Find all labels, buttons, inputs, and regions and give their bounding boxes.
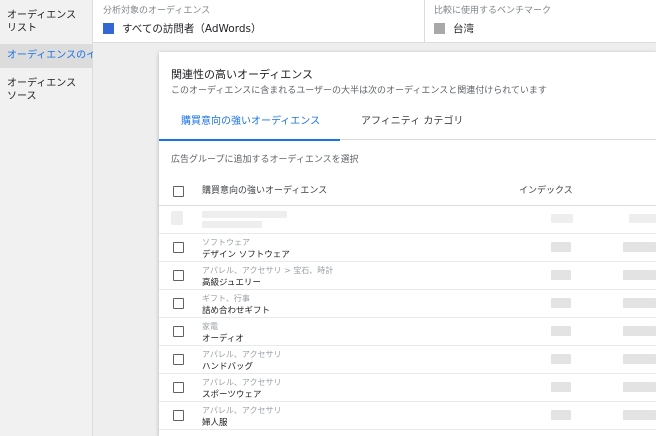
tab-in-market[interactable]: 購買意向の強いオーディエンス <box>158 104 341 141</box>
content-pane: 関連性の高いオーディエンス このオーディエンスに含まれるユーザーの大半は次のオー… <box>93 43 656 436</box>
benchmark-text: 台湾 <box>453 23 474 35</box>
benchmark-selector[interactable]: 比較に使用するベンチマーク 台湾 <box>424 0 656 42</box>
redacted-value <box>623 298 656 308</box>
table-header: 購買意向の強いオーディエンス インデックス <box>159 176 656 206</box>
tab-affinity[interactable]: アフィニティ カテゴリ <box>361 104 463 140</box>
audience-tabs: 購買意向の強いオーディエンス アフィニティ カテゴリ <box>158 104 656 141</box>
nav-item-audience-sources[interactable]: オーディエンス ソース <box>0 68 93 112</box>
table-row[interactable]: アパレル、アクセサリ 婦人服 <box>159 402 656 430</box>
redacted-index <box>551 354 571 364</box>
redacted-cell <box>202 211 287 218</box>
redacted-index <box>551 298 571 308</box>
nav-item-audience-lists[interactable]: オーディエンス リスト <box>0 0 93 44</box>
analysis-audience-value[interactable]: すべての訪問者（AdWords） <box>103 21 408 36</box>
redacted-index <box>551 382 571 392</box>
redacted-value <box>623 242 656 252</box>
related-audiences-card: 関連性の高いオーディエンス このオーディエンスに含まれるユーザーの大半は次のオー… <box>158 52 656 436</box>
select-all-checkbox[interactable] <box>173 186 184 197</box>
table-row[interactable]: ギフト、行事 詰め合わせギフト <box>159 290 656 318</box>
analysis-audience-label: 分析対象のオーディエンス <box>103 6 211 16</box>
benchmark-color-swatch <box>434 23 445 34</box>
row-audience-name: オーディオ <box>202 334 244 344</box>
row-checkbox[interactable] <box>173 270 184 281</box>
row-checkbox[interactable] <box>173 242 184 253</box>
audience-color-swatch <box>103 23 114 34</box>
row-category: アパレル、アクセサリ <box>202 378 282 387</box>
benchmark-value[interactable]: 台湾 <box>434 21 656 36</box>
row-category: アパレル、アクセサリ <box>202 406 282 415</box>
card-subtitle: このオーディエンスに含まれるユーザーの大半は次のオーディエンスと関連付けられてい… <box>171 86 547 96</box>
table-row[interactable]: アパレル、アクセサリ ハンドバッグ <box>159 346 656 374</box>
audience-table-body: ソフトウェア デザイン ソフトウェア アパレル、アクセサリ > 宝石、時計 高級… <box>159 206 656 430</box>
table-row <box>159 206 656 234</box>
redacted-index <box>551 326 571 336</box>
analysis-audience-selector[interactable]: 分析対象のオーディエンス すべての訪問者（AdWords） <box>103 0 408 42</box>
redacted-index <box>551 270 571 280</box>
row-audience-name: 婦人服 <box>202 418 228 428</box>
row-audience-name: スポーツウェア <box>202 390 262 400</box>
redacted-value <box>623 382 656 392</box>
column-header-index[interactable]: インデックス <box>519 176 573 206</box>
redacted-value <box>623 410 656 420</box>
card-title: 関連性の高いオーディエンス <box>171 68 314 81</box>
left-nav: オーディエンス リスト オーディエンスのイ オーディエンス ソース <box>0 0 93 436</box>
row-audience-name: 詰め合わせギフト <box>202 306 271 316</box>
table-row[interactable]: アパレル、アクセサリ スポーツウェア <box>159 374 656 402</box>
redacted-cell <box>629 214 656 223</box>
redacted-value <box>623 354 656 364</box>
row-checkbox[interactable] <box>173 298 184 309</box>
row-audience-name: ハンドバッグ <box>202 362 254 372</box>
row-category: ギフト、行事 <box>202 294 250 303</box>
table-row[interactable]: アパレル、アクセサリ > 宝石、時計 高級ジュエリー <box>159 262 656 290</box>
redacted-index <box>551 410 571 420</box>
row-category: アパレル、アクセサリ <box>202 350 282 359</box>
row-category: 家電 <box>202 322 218 331</box>
row-audience-name: デザイン ソフトウェア <box>202 250 290 260</box>
comparison-bar: 分析対象のオーディエンス すべての訪問者（AdWords） 比較に使用するベンチ… <box>93 0 656 43</box>
analysis-audience-text: すべての訪問者（AdWords） <box>122 23 262 35</box>
redacted-value <box>623 326 656 336</box>
row-checkbox[interactable] <box>173 354 184 365</box>
redacted-cell <box>551 214 573 223</box>
row-category: ソフトウェア <box>202 238 250 247</box>
benchmark-label: 比較に使用するベンチマーク <box>434 6 552 16</box>
redacted-cell <box>202 221 262 228</box>
redacted-value <box>623 270 656 280</box>
table-row[interactable]: 家電 オーディオ <box>159 318 656 346</box>
column-header-audience[interactable]: 購買意向の強いオーディエンス <box>202 176 327 206</box>
row-audience-name: 高級ジュエリー <box>202 278 261 288</box>
row-checkbox[interactable] <box>173 326 184 337</box>
redacted-cell <box>171 211 183 225</box>
table-row[interactable]: ソフトウェア デザイン ソフトウェア <box>159 234 656 262</box>
app-root: オーディエンス リスト オーディエンスのイ オーディエンス ソース 分析対象のオ… <box>0 0 656 436</box>
add-to-ad-group-hint: 広告グループに追加するオーディエンスを選択 <box>171 155 359 165</box>
row-checkbox[interactable] <box>173 382 184 393</box>
redacted-index <box>551 242 571 252</box>
nav-item-audience-insights[interactable]: オーディエンスのイ <box>0 44 93 68</box>
row-category: アパレル、アクセサリ > 宝石、時計 <box>202 266 334 275</box>
row-checkbox[interactable] <box>173 410 184 421</box>
